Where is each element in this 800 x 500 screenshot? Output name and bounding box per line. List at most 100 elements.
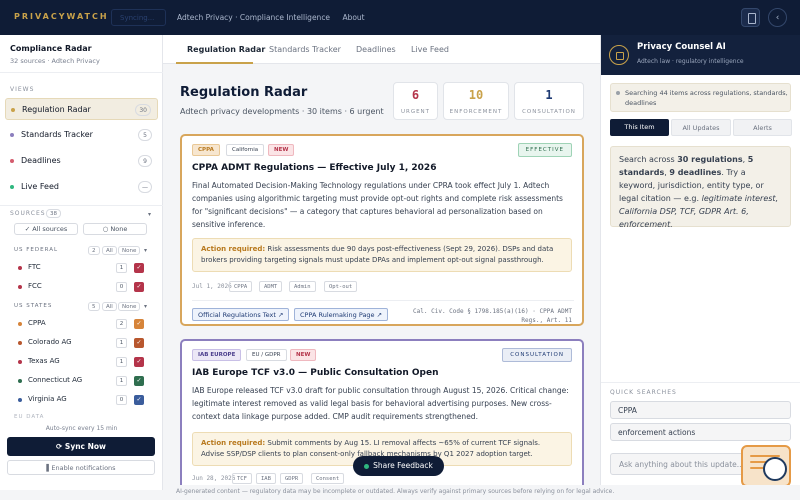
regulation-card[interactable]: CPPA California NEW EFFECTIVE CPPA ADMT … [180,134,584,326]
source-name: FCC [28,282,42,290]
source-count: 1 [116,357,127,367]
segment-all-updates[interactable]: All Updates [671,119,731,136]
source-row-texas-ag[interactable]: Texas AG 1 ✓ [14,355,149,369]
sidebar-item-label: Live Feed [21,182,59,191]
sidebar-item-deadlines[interactable]: Deadlines 9 [5,150,158,172]
share-feedback-button[interactable]: Share Feedback [353,456,444,476]
chevron-down-icon[interactable]: ▾ [148,211,151,218]
all-sources-button[interactable]: ✓ All sources [14,223,78,235]
enable-notifications-button[interactable]: ▌Enable notifications [7,460,155,475]
action-required-box: Action required: Risk assessments due 90… [192,238,572,272]
keyword-chip[interactable]: TCF [232,473,252,484]
checkbox-icon[interactable]: ✓ [134,395,144,405]
source-count: 2 [116,319,127,329]
tag-jurisdiction: California [226,144,265,156]
sync-now-button[interactable]: ⟳ Sync Now [7,437,155,456]
panel-toggle-icon[interactable] [741,8,760,27]
tab-live-feed[interactable]: Live Feed [411,45,449,54]
page-title: Regulation Radar [180,85,308,100]
message-text: Search across [619,155,678,164]
card-title[interactable]: CPPA ADMT Regulations — Effective July 1… [192,163,436,173]
stat-consultation[interactable]: 1 CONSULTATION [514,82,584,120]
group-all-button[interactable]: All [102,246,117,255]
checkbox-icon[interactable]: ✓ [134,376,144,386]
quick-searches-caption: QUICK SEARCHES [610,389,677,396]
source-dot-icon [18,285,22,289]
source-row-colorado-ag[interactable]: Colorado AG 1 ✓ [14,336,149,350]
stat-enforcement[interactable]: 10 ENFORCEMENT [443,82,509,120]
view-count-badge: 5 [138,129,152,141]
view-dot-icon [10,159,14,163]
sidebar-item-regulation-radar[interactable]: Regulation Radar 30 [5,98,158,120]
keyword-chip[interactable]: ADMT [259,281,283,292]
quick-search-cppa[interactable]: CPPA [610,401,791,419]
group-caption-eu-data: EU DATA [14,414,45,420]
card-title[interactable]: IAB Europe TCF v3.0 — Public Consultatio… [192,368,439,378]
stat-value: 10 [468,88,484,102]
view-count-badge: 9 [138,155,152,167]
group-none-button[interactable]: None [118,302,141,311]
view-count-badge: — [138,181,152,193]
sidebar-item-live-feed[interactable]: Live Feed — [5,176,158,198]
keyword-chip[interactable]: IAB [256,473,276,484]
sidebar-title: Compliance Radar [10,44,92,53]
quick-search-enforcement[interactable]: enforcement actions [610,423,791,441]
stat-urgent[interactable]: 6 URGENT [393,82,438,120]
divider [0,205,163,206]
rulemaking-page-link[interactable]: CPPA Rulemaking Page ↗ [294,308,389,321]
official-text-link[interactable]: Official Regulations Text ↗ [192,308,290,321]
chevron-left-icon[interactable]: ‹ [768,8,787,27]
checkbox-icon[interactable]: ✓ [134,319,144,329]
card-body: Final Automated Decision-Making Technolo… [192,181,563,229]
source-row-fcc[interactable]: FCC 0 ✓ [14,280,149,294]
group-all-button[interactable]: All [102,302,117,311]
help-search-widget[interactable] [741,445,791,487]
assistant-input[interactable] [610,453,758,475]
group-count-badge: 5 [88,302,100,311]
chevron-down-icon[interactable]: ▾ [144,303,147,310]
source-row-virginia-ag[interactable]: Virginia AG 0 ✓ [14,393,149,407]
checkbox-icon[interactable]: ✓ [134,263,144,273]
shield-icon [609,45,629,65]
top-nav-product[interactable]: Adtech Privacy · Compliance Intelligence [177,13,330,22]
top-nav-about[interactable]: About [342,13,364,22]
source-dot-icon [18,322,22,326]
divider [601,382,800,383]
source-dot-icon [18,379,22,383]
source-row-connecticut-ag[interactable]: Connecticut AG 1 ✓ [14,374,149,388]
assistant-subtitle: Adtech law · regulatory intelligence [637,58,744,65]
source-row-ftc[interactable]: FTC 1 ✓ [14,261,149,275]
tab-regulation-radar[interactable]: Regulation Radar [187,45,265,54]
source-row-cppa[interactable]: CPPA 2 ✓ [14,317,149,331]
keyword-chip[interactable]: GDPR [280,473,304,484]
magnifier-icon [763,457,787,481]
card-body: IAB Europe released TCF v3.0 draft for p… [192,386,569,421]
checkbox-icon[interactable]: ✓ [134,338,144,348]
none-sources-button[interactable]: ○ None [83,223,147,235]
citation-line: Cal. Civ. Code § 1798.185(a)(16) · CPPA … [413,308,572,315]
source-name: CPPA [28,319,46,327]
sidebar-item-standards-tracker[interactable]: Standards Tracker 5 [5,124,158,146]
source-count: 0 [116,395,127,405]
keyword-chip[interactable]: CPPA [229,281,253,292]
share-feedback-label: Share Feedback [373,461,433,470]
checkbox-icon[interactable]: ✓ [134,282,144,292]
action-label: Action required: [201,439,266,447]
checkbox-icon[interactable]: ✓ [134,357,144,367]
keyword-chip[interactable]: Opt-out [324,281,358,292]
source-name: Texas AG [28,357,60,365]
stat-label: ENFORCEMENT [449,109,503,115]
chevron-down-icon[interactable]: ▾ [144,247,147,254]
group-caption-us-federal: US FEDERAL [14,247,59,253]
group-none-button[interactable]: None [118,246,141,255]
tab-deadlines[interactable]: Deadlines [356,45,396,54]
tab-standards-tracker[interactable]: Standards Tracker [269,45,341,54]
app-logo[interactable]: PRIVACYWATCH [14,12,109,21]
stat-value: 1 [545,88,553,102]
keyword-chip[interactable]: Admin [289,281,316,292]
keyword-chip[interactable]: Consent [311,473,345,484]
segment-alerts[interactable]: Alerts [733,119,792,136]
segment-this-item[interactable]: This Item [610,119,669,136]
assistant-title: Privacy Counsel AI [637,42,726,52]
legal-citation: Cal. Civ. Code § 1798.185(a)(16) · CPPA … [413,307,572,325]
